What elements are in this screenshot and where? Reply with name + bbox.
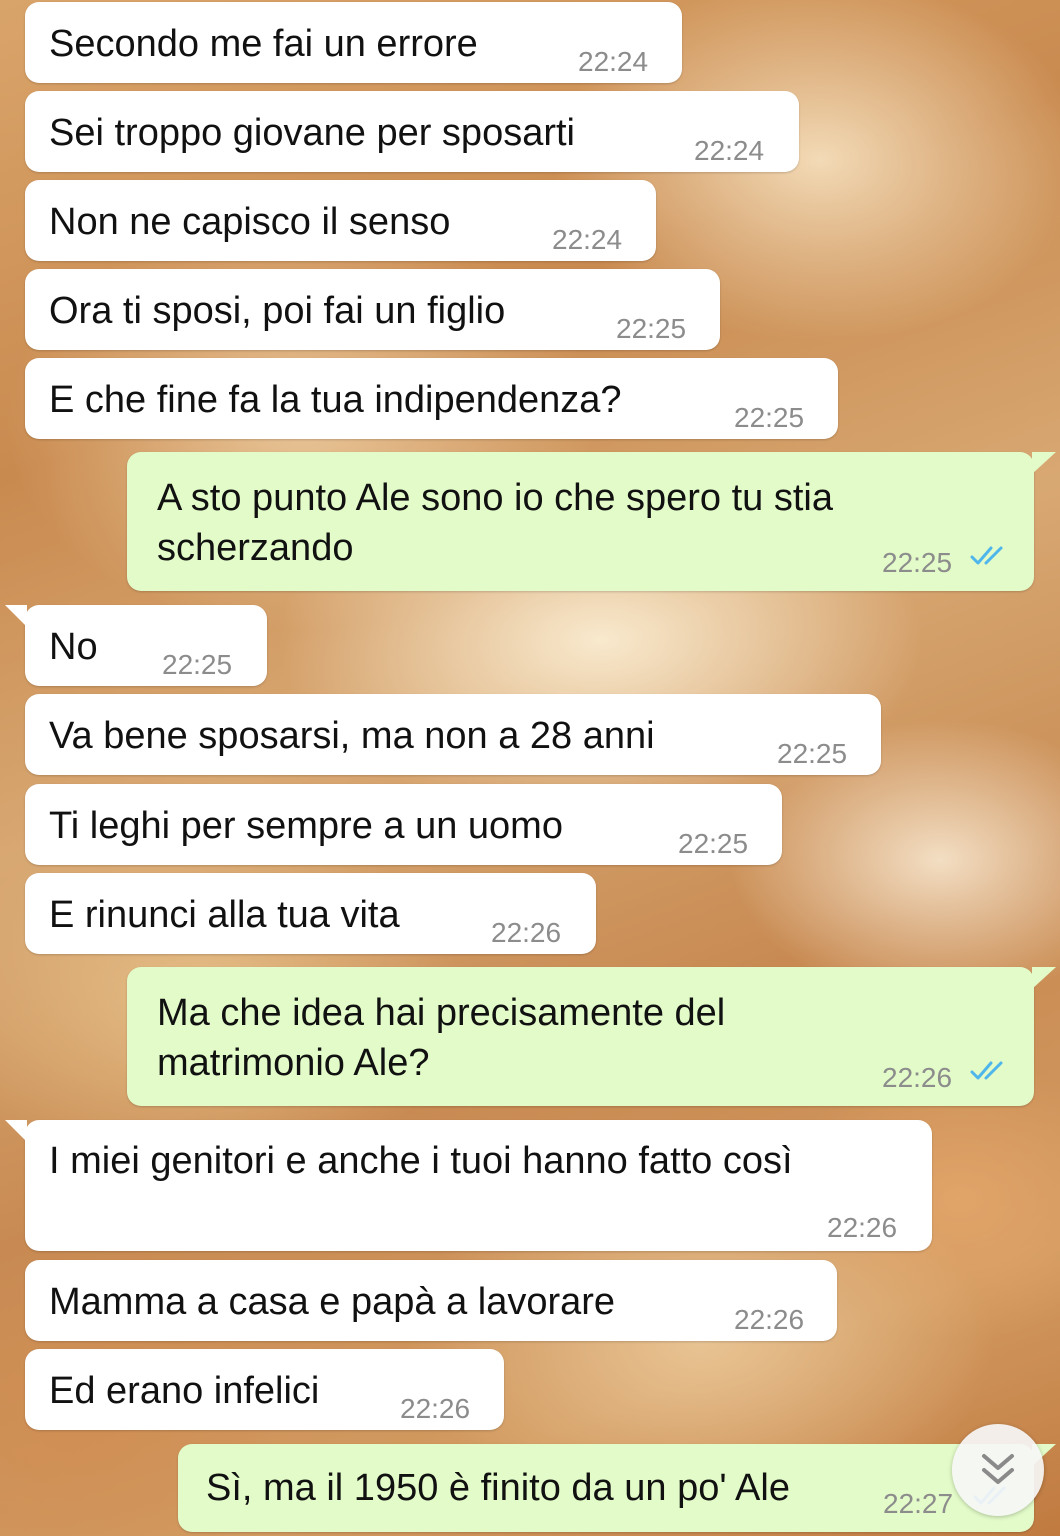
message-time: 22:26	[882, 1062, 953, 1093]
message-time: 22:26	[734, 1304, 805, 1335]
message-bubble-incoming[interactable]: Sei troppo giovane per sposarti 22:24	[25, 91, 799, 172]
message-bubble-incoming[interactable]: Ed erano infelici 22:26	[25, 1349, 504, 1430]
message-time: 22:25	[777, 738, 848, 769]
read-ticks-icon	[970, 1061, 1003, 1080]
message-text: Ti leghi per sempre a un uomo	[49, 805, 563, 847]
message-text: Secondo me fai un errore	[49, 23, 478, 65]
message-bubble-outgoing[interactable]: Ma che idea hai precisamente del matrimo…	[127, 967, 1056, 1106]
message-bubble-incoming[interactable]: E rinunci alla tua vita 22:26	[25, 873, 596, 954]
message-time: 22:26	[491, 917, 562, 948]
message-time: 22:25	[678, 828, 749, 859]
message-bubble-incoming[interactable]: Ora ti sposi, poi fai un figlio 22:25	[25, 269, 720, 350]
message-text: A sto punto Ale sono io che spero tu sti…	[157, 477, 834, 569]
message-bubble-incoming[interactable]: Mamma a casa e papà a lavorare 22:26	[25, 1260, 837, 1341]
message-bubble-incoming[interactable]: Non ne capisco il senso 22:24	[25, 180, 656, 261]
message-time: 22:24	[694, 135, 765, 166]
message-text: Ma che idea hai precisamente del matrimo…	[157, 992, 726, 1084]
message-text: E che fine fa la tua indipendenza?	[49, 379, 622, 421]
message-time: 22:25	[616, 313, 687, 344]
message-bubble-incoming[interactable]: Va bene sposarsi, ma non a 28 anni 22:25	[25, 694, 881, 775]
message-text: Mamma a casa e papà a lavorare	[49, 1281, 616, 1323]
message-text: Sì, ma il 1950 è finito da un po' Ale	[206, 1467, 790, 1509]
message-bubble-incoming[interactable]: I miei genitori e anche i tuoi hanno fat…	[5, 1120, 932, 1251]
message-text: Va bene sposarsi, ma non a 28 anni	[49, 715, 655, 757]
chat-background: Secondo me fai un errore 22:24 Sei tropp…	[0, 0, 1060, 1536]
message-time: 22:25	[162, 649, 233, 680]
message-time: 22:26	[827, 1212, 898, 1243]
scroll-to-bottom-button[interactable]	[952, 1424, 1044, 1516]
message-text: Non ne capisco il senso	[49, 201, 451, 243]
message-time: 22:24	[578, 46, 649, 77]
message-text: Ora ti sposi, poi fai un figlio	[49, 290, 506, 332]
double-chevron-down-icon	[982, 1454, 1014, 1484]
message-bubble-outgoing[interactable]: A sto punto Ale sono io che spero tu sti…	[127, 452, 1056, 591]
message-bubble-incoming[interactable]: Secondo me fai un errore 22:24	[25, 2, 682, 83]
message-text: Sei troppo giovane per sposarti	[49, 112, 575, 154]
message-time: 22:25	[882, 547, 953, 578]
message-bubble-incoming[interactable]: E che fine fa la tua indipendenza? 22:25	[25, 358, 838, 439]
read-ticks-icon	[970, 546, 1003, 565]
message-time: 22:27	[883, 1488, 954, 1519]
message-time: 22:26	[400, 1393, 471, 1424]
message-text: E rinunci alla tua vita	[49, 894, 400, 936]
message-text: Ed erano infelici	[49, 1370, 320, 1412]
message-time: 22:24	[552, 224, 623, 255]
message-bubble-outgoing[interactable]: Sì, ma il 1950 è finito da un po' Ale 22…	[178, 1444, 1056, 1532]
message-text: No	[49, 626, 98, 668]
message-bubble-incoming[interactable]: No 22:25	[5, 605, 267, 686]
message-time: 22:25	[734, 402, 805, 433]
message-text: I miei genitori e anche i tuoi hanno fat…	[49, 1140, 793, 1182]
message-bubble-incoming[interactable]: Ti leghi per sempre a un uomo 22:25	[25, 784, 782, 865]
